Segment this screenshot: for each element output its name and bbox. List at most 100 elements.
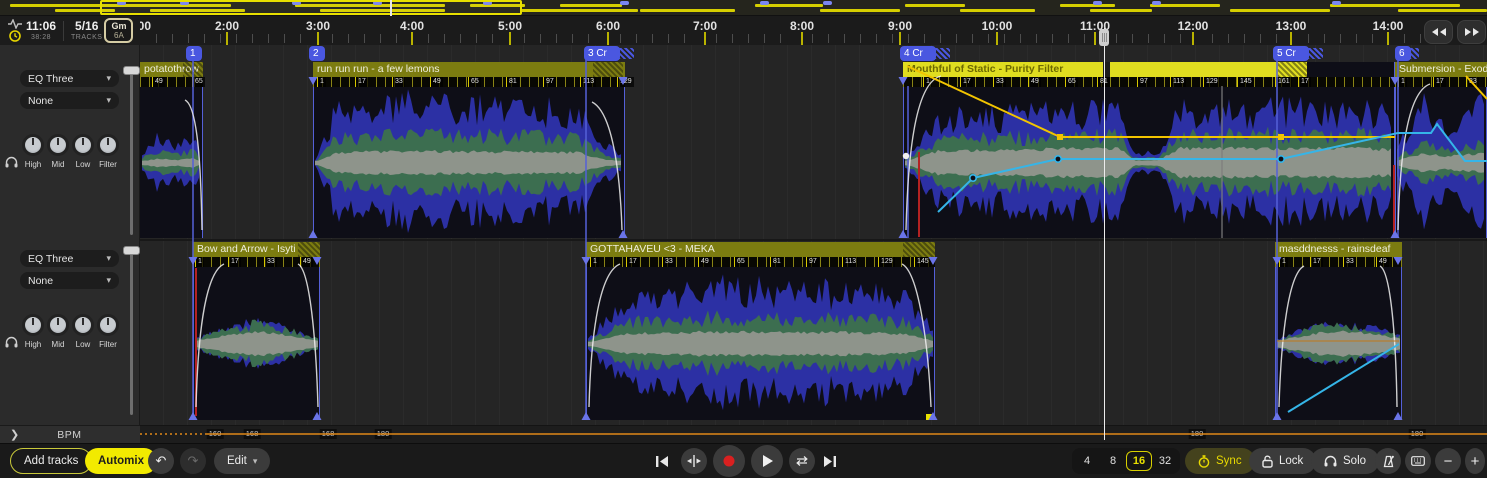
metronome-button[interactable] xyxy=(1375,448,1401,474)
knob-low[interactable] xyxy=(72,134,94,156)
skip-to-start-button[interactable] xyxy=(650,448,674,474)
transition-marker[interactable]: 6 xyxy=(1395,46,1411,61)
redo-button[interactable]: ↷ xyxy=(180,448,206,474)
clip[interactable] xyxy=(1395,62,1487,238)
clip[interactable] xyxy=(193,242,320,420)
ruler-minor-tick xyxy=(572,34,573,43)
ruler-minor-tick xyxy=(780,34,781,43)
knob-filter[interactable] xyxy=(97,134,119,156)
ruler-minor-tick xyxy=(348,34,349,43)
play-button[interactable] xyxy=(751,445,783,477)
fast-forward-button[interactable] xyxy=(1457,20,1486,44)
beat-number: 17 xyxy=(960,77,973,87)
ruler-minor-tick xyxy=(1228,34,1229,43)
clip[interactable] xyxy=(586,242,935,420)
mix-overview-minimap[interactable] xyxy=(0,0,1487,16)
ruler-minute-label: 10:00 xyxy=(982,19,1013,33)
ruler-minor-tick xyxy=(828,34,829,43)
record-button[interactable] xyxy=(713,445,745,477)
beat-number: 33 xyxy=(264,257,277,267)
skip-to-end-button[interactable] xyxy=(818,448,842,474)
undo-button[interactable]: ↶ xyxy=(148,448,174,474)
beat-jump-option-4[interactable]: 4 xyxy=(1074,451,1100,471)
zoom-in-button[interactable]: + xyxy=(1465,448,1485,474)
rewind-button[interactable] xyxy=(1424,20,1453,44)
deck2-volume-slider[interactable] xyxy=(130,250,133,415)
ruler-minor-tick xyxy=(956,34,957,43)
deck1-volume-handle[interactable] xyxy=(123,66,140,75)
ruler-minor-tick xyxy=(764,34,765,43)
beat-jump-option-32[interactable]: 32 xyxy=(1152,451,1178,471)
beat-number: 49 xyxy=(430,77,443,87)
beat-number: 1 xyxy=(1279,257,1288,267)
transition-marker[interactable]: 3 Cr xyxy=(584,46,620,61)
deck1-eq-dropdown[interactable]: EQ Three▾ xyxy=(20,70,119,87)
deck2-volume-handle[interactable] xyxy=(123,246,140,255)
knob-mid[interactable] xyxy=(47,314,69,336)
ruler-minor-tick xyxy=(1068,34,1069,43)
minimap-segment xyxy=(1060,4,1115,7)
knob-filter[interactable] xyxy=(97,314,119,336)
clip-title: GOTTAHAVEU <3 - MEKA xyxy=(586,242,935,257)
transition-marker[interactable]: 1 xyxy=(186,46,202,61)
clip[interactable] xyxy=(140,62,203,238)
knob-high[interactable] xyxy=(22,314,44,336)
knob-high[interactable] xyxy=(22,134,44,156)
headphones-icon[interactable] xyxy=(5,156,18,168)
solo-button[interactable]: Solo xyxy=(1311,448,1379,474)
bpm-automation-lane[interactable]: 160168168180180180 xyxy=(140,425,1487,443)
beat-number: 17 xyxy=(626,257,639,267)
ruler-minor-tick xyxy=(684,34,685,43)
ruler-minor-tick xyxy=(300,34,301,43)
ruler-major-tick xyxy=(411,32,413,45)
deck2-effect-dropdown[interactable]: None▾ xyxy=(20,272,119,289)
minimap-segment xyxy=(10,4,105,7)
keyboard-shortcuts-button[interactable] xyxy=(1405,448,1431,474)
beat-number: 17 xyxy=(1433,77,1446,87)
playhead-handle[interactable] xyxy=(1099,29,1109,46)
minimap-viewport[interactable] xyxy=(100,0,522,15)
minimap-marker xyxy=(1152,1,1161,5)
zoom-out-button[interactable]: − xyxy=(1435,448,1461,474)
ruler-minor-tick xyxy=(860,34,861,43)
add-tracks-button[interactable]: Add tracks xyxy=(10,448,92,474)
bpm-value: 168 xyxy=(244,429,261,439)
edit-menu-button[interactable]: Edit▾ xyxy=(214,448,270,474)
lock-button[interactable]: Lock xyxy=(1249,448,1316,474)
transition-marker[interactable]: 2 xyxy=(309,46,325,61)
beat-jump-option-8[interactable]: 8 xyxy=(1100,451,1126,471)
time-ruler[interactable]: 1:002:003:004:005:006:007:008:009:0010:0… xyxy=(140,16,1487,45)
loop-button[interactable] xyxy=(789,448,815,474)
headphones-icon[interactable] xyxy=(5,336,18,348)
ruler-minor-tick xyxy=(1212,34,1213,43)
headphones-icon xyxy=(1324,455,1337,467)
ruler-minute-label: 7:00 xyxy=(693,19,717,33)
transition-marker[interactable]: 4 Cr xyxy=(900,46,936,61)
bpm-value: 180 xyxy=(375,429,392,439)
knob-low[interactable] xyxy=(72,314,94,336)
clip[interactable] xyxy=(1275,242,1402,420)
ruler-minute-label: 14:00 xyxy=(1373,19,1404,33)
deck1-effect-dropdown[interactable]: None▾ xyxy=(20,92,119,109)
clip[interactable] xyxy=(903,62,1395,238)
beat-number: 33 xyxy=(993,77,1006,87)
beat-number: 161 xyxy=(1275,77,1292,87)
automix-button[interactable]: Automix xyxy=(85,448,157,474)
ruler-minor-tick xyxy=(1308,34,1309,43)
snap-playhead-button[interactable] xyxy=(681,448,707,474)
beat-number: 81 xyxy=(770,257,783,267)
tracks-count-value: 5/16 xyxy=(75,20,98,32)
clip[interactable] xyxy=(313,62,625,238)
deck1-volume-slider[interactable] xyxy=(130,70,133,235)
transition-marker[interactable]: 5 Cr xyxy=(1273,46,1309,61)
key-badge[interactable]: Gm 6A xyxy=(104,18,133,43)
beat-jump-option-16[interactable]: 16 xyxy=(1126,451,1152,471)
stopwatch-icon xyxy=(1198,455,1210,468)
sync-button[interactable]: Sync xyxy=(1185,448,1255,474)
ruler-minor-tick xyxy=(844,34,845,43)
knob-label: Low xyxy=(76,160,91,169)
deck2-eq-dropdown[interactable]: EQ Three▾ xyxy=(20,250,119,267)
knob-mid[interactable] xyxy=(47,134,69,156)
expand-chevron-icon[interactable]: ❯ xyxy=(10,428,19,441)
clip-title: masddnesss - rainsdeaf xyxy=(1275,242,1402,257)
